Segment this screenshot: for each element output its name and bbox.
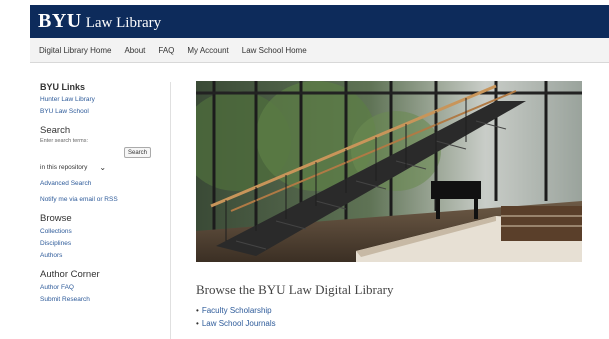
- library-staircase-photo: [196, 81, 582, 262]
- link-advanced-search[interactable]: Advanced Search: [40, 178, 165, 190]
- nav-law-school-home[interactable]: Law School Home: [242, 46, 307, 55]
- sidebar-divider: [170, 82, 171, 339]
- link-submit-research[interactable]: Submit Research: [40, 294, 165, 306]
- link-notify-email-rss[interactable]: Notify me via email or RSS: [40, 194, 165, 206]
- link-disciplines[interactable]: Disciplines: [40, 238, 165, 250]
- logo-law-library: Law Library: [85, 15, 162, 31]
- list-item[interactable]: • Faculty Scholarship: [196, 304, 276, 317]
- site-header: BYU Law Library: [30, 5, 609, 38]
- search-input[interactable]: [40, 147, 120, 158]
- link-collections[interactable]: Collections: [40, 226, 165, 238]
- nav-digital-library-home[interactable]: Digital Library Home: [39, 46, 111, 55]
- link-authors[interactable]: Authors: [40, 250, 165, 262]
- chevron-down-icon: ⌄: [99, 163, 107, 172]
- link-faculty-scholarship[interactable]: Faculty Scholarship: [202, 306, 272, 315]
- byu-links-heading: BYU Links: [40, 82, 86, 92]
- main-navigation: Digital Library Home About FAQ My Accoun…: [30, 38, 609, 63]
- site-logo[interactable]: BYU Law Library: [38, 10, 161, 33]
- search-hint: Enter search terms:: [40, 138, 88, 144]
- search-scope-select[interactable]: in this repository ⌄: [40, 163, 165, 172]
- link-author-faq[interactable]: Author FAQ: [40, 282, 165, 294]
- nav-about[interactable]: About: [124, 46, 145, 55]
- link-law-school-journals[interactable]: Law School Journals: [202, 319, 276, 328]
- nav-my-account[interactable]: My Account: [187, 46, 228, 55]
- browse-heading: Browse: [40, 213, 72, 224]
- author-corner-heading: Author Corner: [40, 269, 100, 280]
- link-byu-law-school[interactable]: BYU Law School: [40, 106, 165, 118]
- logo-byu: BYU: [38, 10, 82, 32]
- nav-faq[interactable]: FAQ: [158, 46, 174, 55]
- search-button[interactable]: Search: [124, 147, 152, 158]
- sidebar: BYU Links Hunter Law Library BYU Law Sch…: [40, 82, 165, 306]
- list-item[interactable]: • Law School Journals: [196, 317, 276, 330]
- search-scope-value: in this repository: [40, 164, 88, 171]
- search-heading: Search: [40, 125, 71, 136]
- page-title: Browse the BYU Law Digital Library: [196, 282, 394, 297]
- link-hunter-law-library[interactable]: Hunter Law Library: [40, 94, 165, 106]
- browse-list: • Faculty Scholarship • Law School Journal…: [196, 304, 276, 330]
- search-row: Search: [40, 147, 165, 158]
